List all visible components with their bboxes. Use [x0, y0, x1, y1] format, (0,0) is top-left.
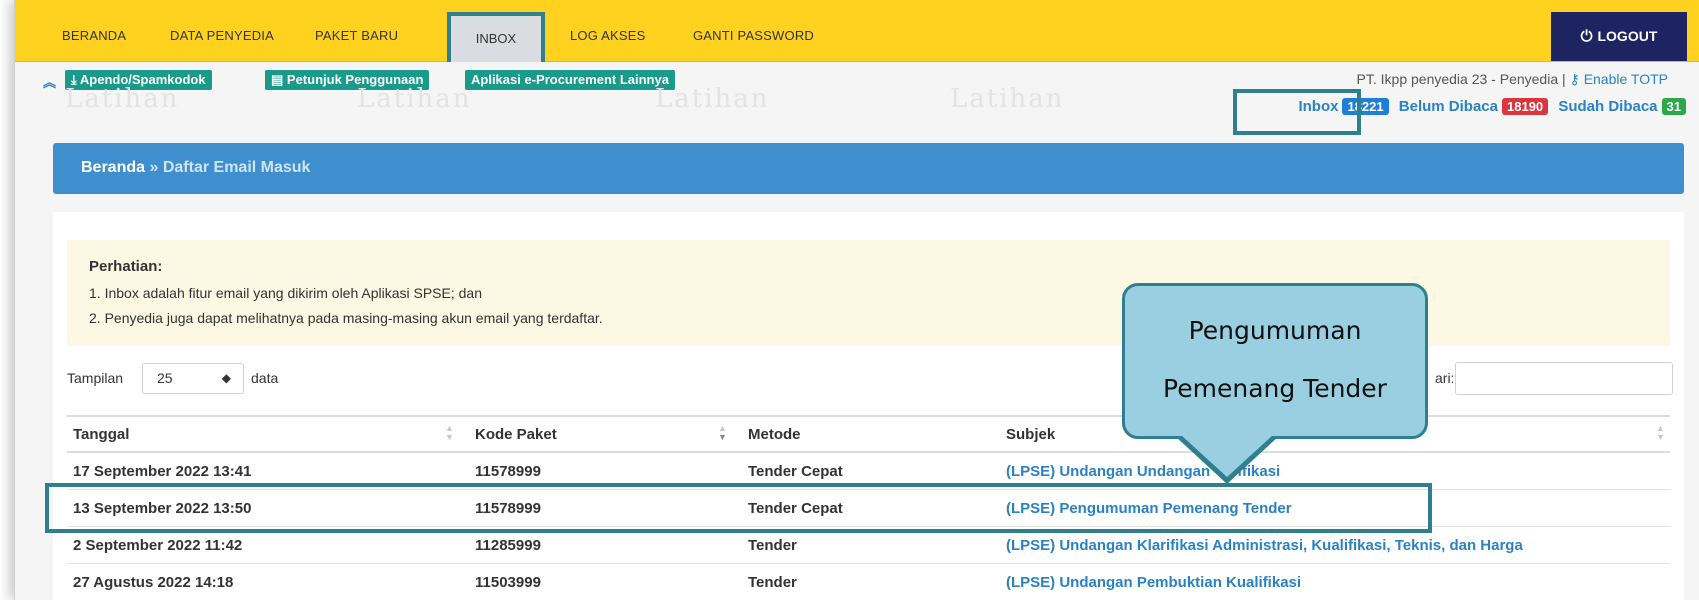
logout-button[interactable]: ⏻ LOGOUT	[1551, 12, 1687, 61]
nav-inbox-active[interactable]: INBOX	[447, 12, 545, 66]
length-suffix: data	[251, 370, 279, 386]
eproc-lainnya-button[interactable]: Aplikasi e-Procurement Lainnya	[465, 70, 675, 90]
watermark: Latihan	[950, 84, 1065, 114]
user-info-text: PT. Ikpp penyedia 23 - Penyedia |	[1356, 71, 1566, 87]
logout-label: LOGOUT	[1597, 28, 1658, 44]
notice-line: 2. Penyedia juga dapat melihatnya pada m…	[89, 310, 603, 326]
cell-metode: Tender Cepat	[748, 463, 843, 480]
row-highlight-box	[45, 483, 1432, 533]
cell-tanggal: 2 September 2022 11:42	[73, 537, 243, 554]
sort-icon[interactable]: ▲ ▼	[1656, 424, 1665, 442]
power-icon: ⏻	[1580, 28, 1593, 45]
inbox-highlight-box	[1233, 89, 1361, 135]
page-length-value: 25	[157, 370, 173, 386]
col-tanggal[interactable]: Tanggal	[73, 426, 129, 443]
breadcrumb-current: Daftar Email Masuk	[162, 159, 311, 176]
nav-log-akses[interactable]: LOG AKSES	[570, 0, 646, 61]
unread-count-badge: 18190	[1502, 98, 1549, 115]
app-window: BERANDA DATA PENYEDIA PAKET BARU INBOX L…	[14, 0, 1699, 600]
cell-kode: 11503999	[475, 574, 541, 591]
nav-beranda[interactable]: BERANDA	[62, 0, 126, 61]
breadcrumb-home[interactable]: Beranda	[81, 159, 145, 176]
cell-metode: Tender	[748, 537, 797, 554]
col-metode[interactable]: Metode	[748, 426, 801, 443]
watermark: Latihan	[65, 84, 180, 114]
updown-icon: ◆	[221, 371, 231, 385]
callout-tail-fill	[1181, 435, 1273, 477]
cell-tanggal: 27 Agustus 2022 14:18	[73, 574, 234, 591]
page-length-select[interactable]: 25 ◆	[142, 363, 244, 394]
breadcrumb: Beranda » Daftar Email Masuk	[81, 159, 310, 177]
col-subjek[interactable]: Subjek	[1006, 426, 1055, 443]
length-prefix: Tampilan	[67, 370, 124, 386]
notice-title: Perhatian:	[89, 258, 163, 275]
table-header	[67, 415, 1670, 453]
table-row[interactable]	[67, 564, 1670, 600]
watermark: Latihan	[655, 84, 770, 114]
key-icon: ⚷	[1569, 71, 1580, 87]
search-input[interactable]	[1455, 362, 1673, 395]
callout-line: Pengumuman	[1188, 316, 1362, 345]
nav-ganti-password[interactable]: GANTI PASSWORD	[693, 0, 814, 61]
search-label: ari:	[1435, 370, 1455, 386]
nav-paket-baru[interactable]: PAKET BARU	[315, 0, 398, 61]
cell-metode: Tender	[748, 574, 797, 591]
book-icon: ▤	[271, 72, 287, 87]
notice-line: 1. Inbox adalah fitur email yang dikirim…	[89, 285, 482, 301]
belum-dibaca-link[interactable]: Belum Dibaca	[1399, 98, 1498, 115]
callout-line: Pemenang Tender	[1163, 374, 1387, 403]
breadcrumb-separator: »	[149, 159, 159, 176]
chevron-up-icon[interactable]: ︽	[43, 72, 56, 91]
callout-bubble: Pengumuman Pemenang Tender	[1122, 283, 1428, 439]
cell-kode: 11285999	[475, 537, 541, 554]
sudah-dibaca-link[interactable]: Sudah Dibaca	[1558, 98, 1657, 115]
enable-totp-link[interactable]: Enable TOTP	[1584, 71, 1668, 87]
nav-data-penyedia[interactable]: DATA PENYEDIA	[170, 0, 274, 61]
sort-icon[interactable]: ▲ ▼	[445, 424, 454, 442]
col-kode-paket[interactable]: Kode Paket	[475, 426, 557, 443]
nav-inbox-label: INBOX	[475, 31, 517, 46]
cell-subjek-link[interactable]: (LPSE) Undangan Pembuktian Kualifikasi	[1006, 574, 1301, 591]
read-count-badge: 31	[1661, 98, 1686, 115]
user-info: PT. Ikpp penyedia 23 - Penyedia | ⚷ Enab…	[1357, 71, 1668, 88]
cell-subjek-link[interactable]: (LPSE) Undangan Klarifikasi Administrasi…	[1006, 537, 1523, 554]
cell-kode: 11578999	[475, 463, 541, 480]
watermark: Latihan	[357, 84, 472, 114]
cell-tanggal: 17 September 2022 13:41	[73, 463, 252, 480]
sort-icon[interactable]: ▲ ▼	[718, 424, 727, 442]
top-navbar: BERANDA DATA PENYEDIA PAKET BARU INBOX L…	[15, 0, 1699, 66]
